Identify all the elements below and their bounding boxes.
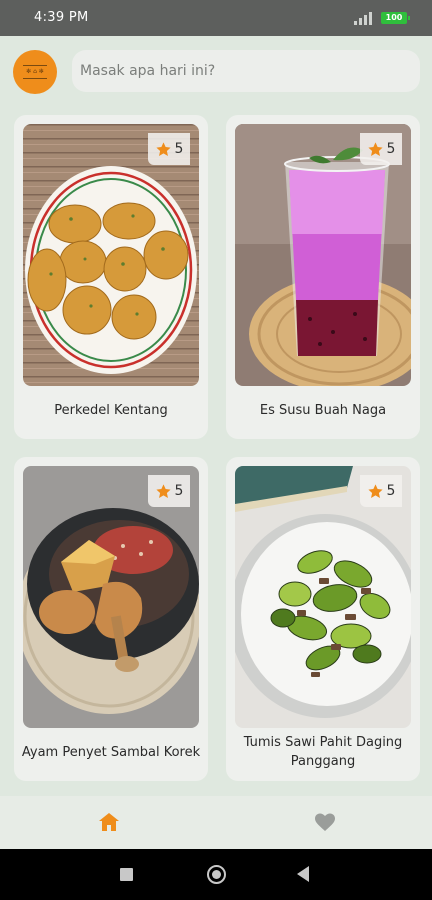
app-header: ✻ ⌂ ✻ Masak apa hari ini? — [0, 36, 432, 106]
star-icon — [155, 483, 171, 498]
recipe-card[interactable]: 5 Es Susu Buah Naga — [226, 115, 420, 439]
rating-badge: 5 — [360, 475, 402, 507]
recipe-title: Es Susu Buah Naga — [259, 403, 387, 418]
recipe-photo: 5 — [235, 466, 411, 728]
status-bar: 4:39 PM 100 — [0, 0, 432, 36]
chef-logo-icon[interactable]: ✻ ⌂ ✻ — [13, 50, 57, 94]
recipe-card[interactable]: 5 Ayam Penyet Sambal Korek — [14, 457, 208, 781]
bottom-navigation — [0, 796, 432, 849]
rating-value: 5 — [386, 141, 396, 157]
home-circle-icon[interactable] — [207, 865, 226, 884]
system-navigation-bar — [0, 849, 432, 900]
rating-value: 5 — [174, 141, 184, 157]
heart-icon[interactable] — [313, 810, 337, 834]
recipe-photo: 5 — [23, 124, 199, 386]
recipe-title: Tumis Sawi Pahit Daging Panggang — [243, 735, 403, 769]
star-icon — [367, 141, 383, 156]
signal-icon — [354, 11, 376, 25]
status-time: 4:39 PM — [34, 10, 89, 25]
recipe-photo: 5 — [235, 124, 411, 386]
recents-icon[interactable] — [120, 868, 133, 881]
recipe-card[interactable]: 5 Perkedel Kentang — [14, 115, 208, 439]
rating-badge: 5 — [148, 475, 190, 507]
star-icon — [367, 483, 383, 498]
search-input[interactable]: Masak apa hari ini? — [72, 50, 420, 92]
battery-icon: 100 — [381, 12, 410, 24]
recipe-title: Ayam Penyet Sambal Korek — [21, 745, 201, 760]
star-icon — [155, 141, 171, 156]
rating-value: 5 — [174, 483, 184, 499]
recipe-card[interactable]: 5 Tumis Sawi Pahit Daging Panggang — [226, 457, 420, 781]
rating-value: 5 — [386, 483, 396, 499]
rating-badge: 5 — [148, 133, 190, 165]
home-icon[interactable] — [97, 810, 121, 834]
recipe-photo: 5 — [23, 466, 199, 728]
rating-badge: 5 — [360, 133, 402, 165]
recipe-title: Perkedel Kentang — [54, 403, 168, 418]
back-icon[interactable] — [297, 866, 309, 882]
